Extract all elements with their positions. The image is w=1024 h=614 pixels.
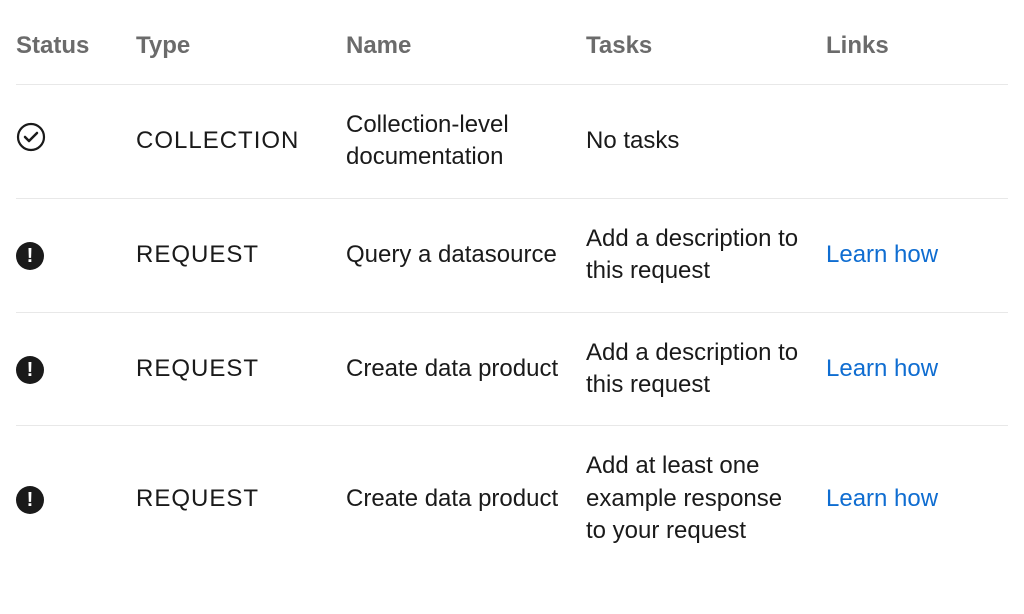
learn-how-link[interactable]: Learn how	[826, 241, 938, 268]
status-cell: !	[16, 483, 136, 515]
checkmark-circle-icon	[16, 122, 46, 152]
name-cell: Collection-level documentation	[346, 109, 586, 174]
column-header-type: Type	[136, 32, 346, 60]
table-row: ! REQUEST Query a datasource Add a descr…	[16, 198, 1008, 312]
name-cell: Create data product	[346, 353, 586, 385]
learn-how-link[interactable]: Learn how	[826, 355, 938, 382]
table-row: ! REQUEST Create data product Add a desc…	[16, 312, 1008, 426]
tasks-cell: Add at least one example response to you…	[586, 450, 826, 547]
name-cell: Query a datasource	[346, 239, 586, 271]
links-cell: Learn how	[826, 239, 1006, 271]
learn-how-link[interactable]: Learn how	[826, 485, 938, 512]
table-row: COLLECTION Collection-level documentatio…	[16, 84, 1008, 198]
alert-circle-icon: !	[16, 486, 44, 514]
status-cell: !	[16, 239, 136, 271]
type-cell: REQUEST	[136, 483, 346, 515]
type-cell: REQUEST	[136, 353, 346, 385]
tasks-cell: Add a description to this request	[586, 223, 826, 288]
column-header-tasks: Tasks	[586, 32, 826, 60]
alert-circle-icon: !	[16, 242, 44, 270]
type-cell: COLLECTION	[136, 125, 346, 157]
table-header-row: Status Type Name Tasks Links	[16, 0, 1008, 84]
tasks-cell: Add a description to this request	[586, 337, 826, 402]
type-cell: REQUEST	[136, 239, 346, 271]
status-cell	[16, 122, 136, 161]
alert-circle-icon: !	[16, 356, 44, 384]
documentation-status-table: Status Type Name Tasks Links COLLECTION …	[0, 0, 1024, 572]
column-header-links: Links	[826, 32, 1006, 60]
tasks-cell: No tasks	[586, 125, 826, 157]
links-cell: Learn how	[826, 483, 1006, 515]
table-row: ! REQUEST Create data product Add at lea…	[16, 425, 1008, 571]
links-cell: Learn how	[826, 353, 1006, 385]
name-cell: Create data product	[346, 483, 586, 515]
column-header-name: Name	[346, 32, 586, 60]
column-header-status: Status	[16, 32, 136, 60]
status-cell: !	[16, 353, 136, 385]
